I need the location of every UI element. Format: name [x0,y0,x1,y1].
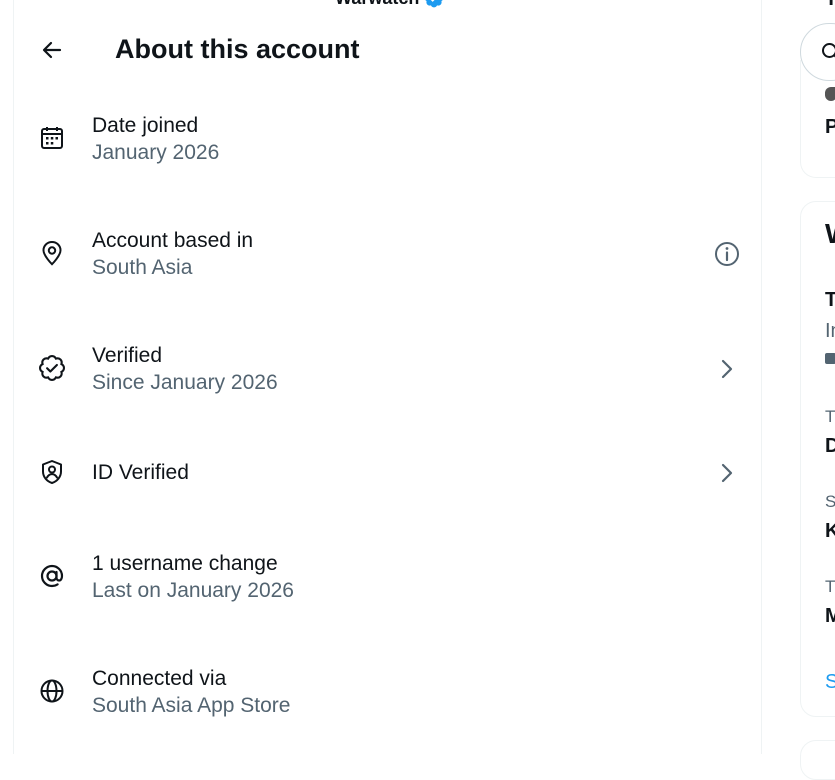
main-column: Warwatch About this account Date joined … [13,0,762,754]
location-pin-icon [38,239,66,267]
trends-title: W [825,218,835,250]
trend-title[interactable]: D [825,435,835,458]
row-label: Connected via [92,667,226,691]
trend-sub: In [825,320,835,343]
row-label: ID Verified [92,461,189,485]
row-label: Account based in [92,229,253,253]
info-icon[interactable] [714,241,740,267]
row-label: Verified [92,344,162,368]
row-date-joined: Date joined January 2026 [14,104,761,184]
trend-title[interactable]: M [825,605,835,628]
chevron-right-icon [714,356,740,382]
trend-meta: Tr [825,407,835,427]
row-value: Since January 2026 [92,371,278,395]
back-button[interactable] [34,32,70,68]
trend-title[interactable]: K [825,520,835,543]
trend-image-icon [825,353,835,364]
page-header: About this account [14,22,761,78]
trends-card: W T In Tr D S K Tr M S [800,201,835,717]
trend-meta: Tr [825,577,835,597]
page-title: About this account [115,34,360,65]
row-value: January 2026 [92,141,219,165]
trend-meta: S [825,492,835,512]
chevron-right-icon [714,460,740,486]
profile-name: Warwatch [335,0,419,9]
right-sidebar: T P W T In Tr D S K Tr M S [800,0,835,754]
row-value: South Asia App Store [92,694,290,718]
profile-name-header: Warwatch [335,0,445,9]
verified-badge-icon [423,0,445,9]
at-sign-icon [38,562,66,590]
sidebar-top-fragment: T [825,0,835,11]
sidebar-card-3 [800,740,835,780]
avatar [825,87,835,101]
row-value: Last on January 2026 [92,579,294,603]
row-id-verified[interactable]: ID Verified [14,432,761,512]
row-account-based-in: Account based in South Asia [14,219,761,299]
calendar-icon [38,124,66,152]
row-value: South Asia [92,256,192,280]
show-more-link[interactable]: S [825,671,835,694]
sidebar-card-1: P [800,60,835,178]
row-label: Date joined [92,114,198,138]
row-connected-via: Connected via South Asia App Store [14,657,761,737]
row-username-change: 1 username change Last on January 2026 [14,542,761,622]
row-label: 1 username change [92,552,278,576]
arrow-left-icon [40,38,64,62]
trend-title[interactable]: T [825,289,835,312]
row-verified[interactable]: Verified Since January 2026 [14,334,761,414]
card-item-title: P [825,116,835,139]
verified-check-icon [38,354,66,382]
globe-icon [38,677,66,705]
shield-user-icon [38,458,66,486]
